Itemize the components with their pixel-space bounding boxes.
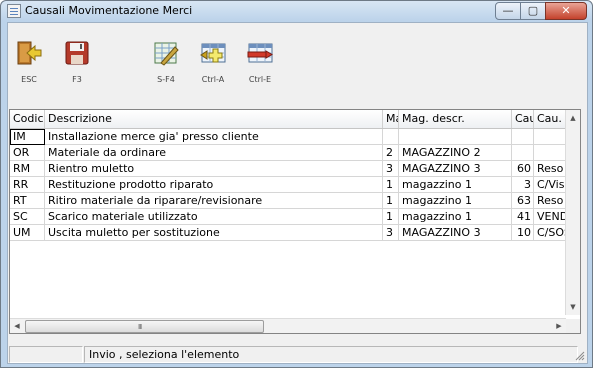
app-window-icon[interactable]	[7, 4, 21, 18]
close-icon: ✕	[561, 4, 571, 17]
app-window: Causali Movimentazione Merci — ▢ ✕ ESC F…	[0, 0, 593, 368]
edit-grid-icon	[154, 42, 179, 66]
scroll-right-icon[interactable]: ▶	[552, 319, 566, 333]
cell-caus[interactable]: 10	[512, 225, 534, 241]
cell-descrizione[interactable]: Ritiro materiale da riparare/revisionare	[45, 193, 383, 209]
maximize-button[interactable]: ▢	[520, 2, 546, 20]
cell-mag-descr[interactable]: magazzino 1	[399, 177, 512, 193]
cell-caus[interactable]	[512, 129, 534, 145]
cell-caus[interactable]	[512, 145, 534, 161]
ctrla-label: Ctrl-A	[201, 75, 225, 84]
esc-label: ESC	[21, 75, 37, 84]
cell-mag[interactable]: 3	[383, 161, 399, 177]
cell-descrizione[interactable]: Uscita muletto per sostituzione	[45, 225, 383, 241]
cell-codice[interactable]: RT	[10, 193, 45, 209]
cell-descrizione[interactable]: Restituzione prodotto riparato	[45, 177, 383, 193]
cell-codice[interactable]: IM	[10, 129, 45, 145]
cell-caus[interactable]: 60	[512, 161, 534, 177]
horizontal-scrollbar[interactable]: ◀ III ▶	[10, 318, 566, 333]
table-row[interactable]: IM Installazione merce gia' presso clien…	[10, 129, 580, 145]
save-floppy-icon	[65, 41, 89, 65]
resize-grip-icon[interactable]	[575, 351, 585, 361]
cell-codice[interactable]: RM	[10, 161, 45, 177]
window-controls: — ▢ ✕	[495, 2, 587, 20]
ctrla-button[interactable]: Ctrl-A	[194, 35, 232, 89]
column-header-mag-descr[interactable]: Mag. descr.	[399, 110, 512, 128]
scroll-grip: III	[138, 323, 142, 331]
table-row[interactable]: UM Uscita muletto per sostituzione 3 MAG…	[10, 225, 580, 241]
column-header-descrizione[interactable]: Descrizione	[45, 110, 383, 128]
cell-descrizione[interactable]: Scarico materiale utilizzato	[45, 209, 383, 225]
cell-mag-descr[interactable]: MAGAZZINO 2	[399, 145, 512, 161]
cell-codice[interactable]: SC	[10, 209, 45, 225]
cell-descrizione[interactable]: Installazione merce gia' presso cliente	[45, 129, 383, 145]
cell-mag[interactable]: 2	[383, 145, 399, 161]
status-message: Invio , seleziona l'elemento	[84, 346, 578, 363]
toolbar: ESC F3 S-F4 Ctrl-A Ctrl-E	[8, 23, 587, 95]
sf4-label: S-F4	[157, 75, 175, 84]
causali-grid[interactable]: Codice Descrizione Ma Mag. descr. Caus C…	[9, 109, 581, 334]
horizontal-scroll-thumb[interactable]: III	[25, 320, 264, 333]
ctrle-label: Ctrl-E	[248, 75, 272, 84]
vertical-scrollbar[interactable]: ▲ ▼	[565, 110, 580, 315]
status-bar: Invio , seleziona l'elemento	[8, 345, 587, 363]
cell-mag-descr[interactable]: MAGAZZINO 3	[399, 161, 512, 177]
delete-row-icon	[247, 43, 273, 63]
status-pane-left	[9, 346, 83, 363]
client-area: ESC F3 S-F4 Ctrl-A Ctrl-E Codic Descrizi…	[7, 22, 588, 364]
cell-caus[interactable]: 3	[512, 177, 534, 193]
minimize-icon: —	[502, 4, 514, 17]
ctrle-button[interactable]: Ctrl-E	[241, 35, 279, 89]
cell-codice[interactable]: OR	[10, 145, 45, 161]
column-header-codice[interactable]: Codice	[10, 110, 45, 128]
title-bar[interactable]: Causali Movimentazione Merci — ▢ ✕	[1, 1, 592, 21]
window-title: Causali Movimentazione Merci	[25, 4, 193, 17]
cell-mag-descr[interactable]: magazzino 1	[399, 209, 512, 225]
add-row-icon	[200, 43, 226, 63]
scrollbar-corner	[566, 319, 580, 333]
table-row[interactable]: OR Materiale da ordinare 2 MAGAZZINO 2	[10, 145, 580, 161]
exit-door-icon	[17, 41, 42, 65]
table-row[interactable]: RR Restituzione prodotto riparato 1 maga…	[10, 177, 580, 193]
minimize-button[interactable]: —	[495, 2, 521, 20]
scroll-up-icon[interactable]: ▲	[566, 111, 580, 125]
scroll-left-icon[interactable]: ◀	[10, 319, 24, 333]
esc-button[interactable]: ESC	[10, 35, 48, 89]
column-header-mag[interactable]: Ma	[383, 110, 399, 128]
cell-mag-descr[interactable]	[399, 129, 512, 145]
cell-codice[interactable]: RR	[10, 177, 45, 193]
table-row[interactable]: RT Ritiro materiale da riparare/revision…	[10, 193, 580, 209]
cell-mag-descr[interactable]: MAGAZZINO 3	[399, 225, 512, 241]
close-button[interactable]: ✕	[545, 2, 587, 20]
cell-codice[interactable]: UM	[10, 225, 45, 241]
grid-header: Codice Descrizione Ma Mag. descr. Caus C…	[10, 110, 580, 129]
f3-button[interactable]: F3	[58, 35, 96, 89]
table-row[interactable]: SC Scarico materiale utilizzato 1 magazz…	[10, 209, 580, 225]
table-row[interactable]: RM Rientro muletto 3 MAGAZZINO 3 60 Reso…	[10, 161, 580, 177]
cell-mag[interactable]: 1	[383, 209, 399, 225]
cell-mag[interactable]	[383, 129, 399, 145]
cell-caus[interactable]: 41	[512, 209, 534, 225]
scroll-down-icon[interactable]: ▼	[566, 300, 580, 314]
sf4-button[interactable]: S-F4	[147, 35, 185, 89]
cell-descrizione[interactable]: Materiale da ordinare	[45, 145, 383, 161]
column-header-caus[interactable]: Caus	[512, 110, 534, 128]
cell-mag[interactable]: 1	[383, 177, 399, 193]
cell-descrizione[interactable]: Rientro muletto	[45, 161, 383, 177]
cell-mag[interactable]: 1	[383, 193, 399, 209]
cell-caus[interactable]: 63	[512, 193, 534, 209]
cell-mag[interactable]: 3	[383, 225, 399, 241]
maximize-icon: ▢	[527, 4, 539, 17]
f3-label: F3	[72, 75, 82, 84]
cell-mag-descr[interactable]: magazzino 1	[399, 193, 512, 209]
